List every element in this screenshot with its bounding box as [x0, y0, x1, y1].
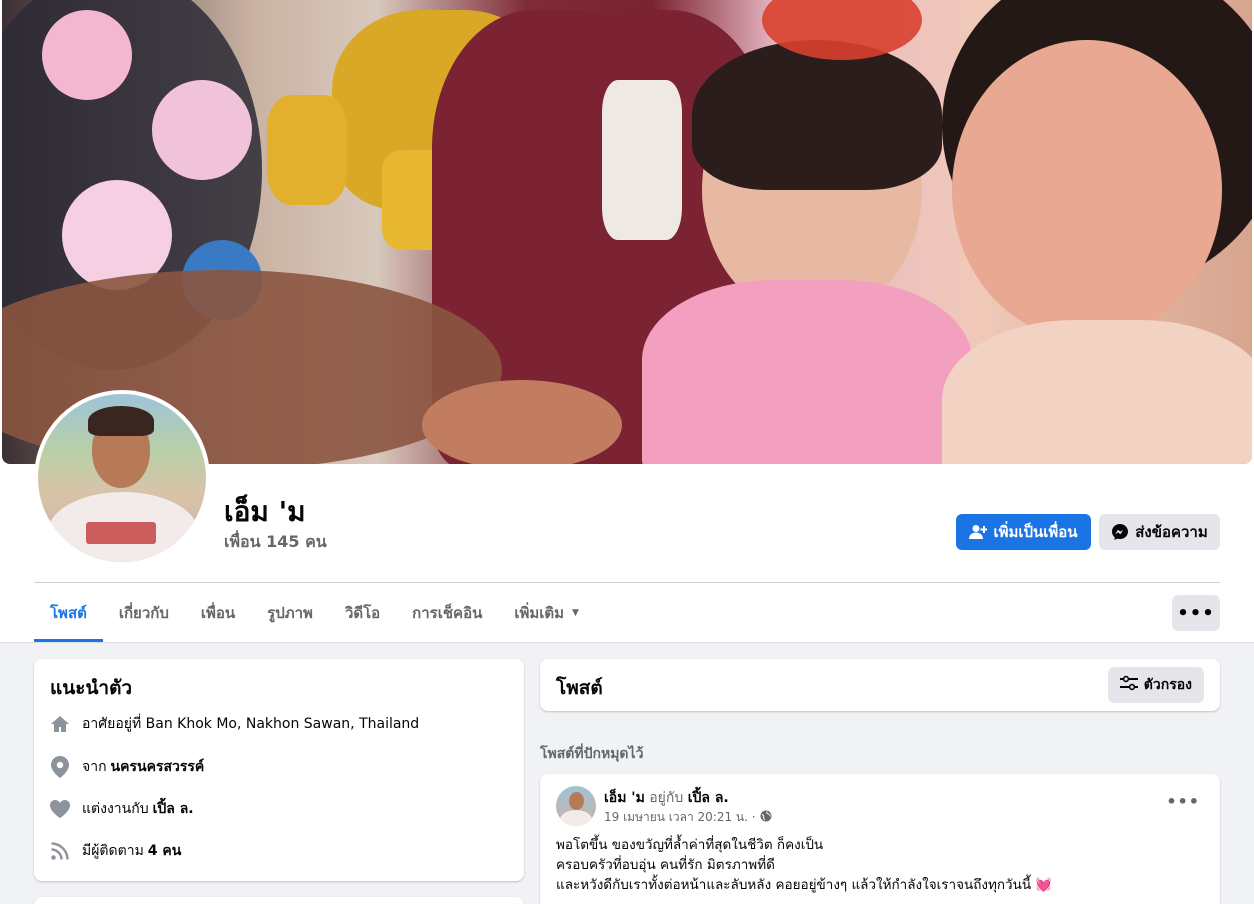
profile-header: เอ็ม 'ม เพื่อน 145 คน เพิ่มเป็นเพื่อน ส่… [0, 0, 1254, 643]
heart-icon [48, 797, 72, 821]
add-friend-button[interactable]: เพิ่มเป็นเพื่อน [956, 514, 1091, 550]
filter-button[interactable]: ตัวกรอง [1107, 667, 1204, 703]
post-author[interactable]: เอ็ม 'ม [604, 790, 645, 806]
post-options-button[interactable]: ••• [1166, 792, 1200, 811]
intro-spouse[interactable]: เปิ้ล ล. [153, 798, 194, 820]
intro-from: จาก นครนครสวรรค์ [48, 755, 204, 779]
globe-icon [760, 810, 772, 825]
more-icon: ••• [1177, 602, 1215, 624]
intro-card: แนะนำตัว อาศัยอยู่ที่ Ban Khok Mo, Nakho… [34, 659, 524, 881]
header-divider [34, 582, 1220, 583]
more-options-button[interactable]: ••• [1172, 595, 1220, 631]
photos-card [34, 897, 524, 904]
intro-lives-in: อาศัยอยู่ที่ Ban Khok Mo, Nakhon Sawan, … [48, 712, 419, 736]
post-avatar[interactable] [556, 786, 596, 826]
tab-friends[interactable]: เพื่อน [185, 584, 251, 642]
cover-photo[interactable] [2, 0, 1252, 464]
filter-icon [1119, 675, 1138, 695]
post-timestamp[interactable]: 19 เมษายน เวลา 20:21 น. · [604, 808, 756, 827]
intro-title: แนะนำตัว [50, 677, 133, 699]
posts-header-card: โพสต์ ตัวกรอง [540, 659, 1220, 711]
add-friend-label: เพิ่มเป็นเพื่อน [993, 523, 1078, 541]
intro-followers-count[interactable]: 4 คน [148, 840, 182, 862]
home-icon [48, 712, 72, 736]
intro-followers: มีผู้ติดตาม 4 คน [48, 839, 181, 863]
add-friend-icon [969, 524, 988, 540]
tab-checkins[interactable]: การเช็คอิน [396, 584, 498, 642]
messenger-icon [1111, 523, 1129, 541]
post-tagged-person[interactable]: เปิ้ล ล. [688, 790, 729, 806]
rss-icon [48, 839, 72, 863]
filter-label: ตัวกรอง [1143, 677, 1192, 693]
pinned-posts-label: โพสต์ที่ปักหมุดไว้ [540, 746, 644, 762]
location-pin-icon [48, 755, 72, 779]
more-icon: ••• [1166, 792, 1200, 811]
tab-more[interactable]: เพิ่มเติม ▼ [498, 584, 595, 642]
avatar [38, 394, 206, 562]
tab-about[interactable]: เกี่ยวกับ [103, 584, 185, 642]
intro-relationship: แต่งงานกับ เปิ้ล ล. [48, 797, 194, 821]
tab-photos[interactable]: รูปภาพ [251, 584, 329, 642]
post-meta: 19 เมษายน เวลา 20:21 น. · [604, 808, 772, 827]
message-button[interactable]: ส่งข้อความ [1099, 514, 1220, 550]
message-label: ส่งข้อความ [1135, 523, 1208, 541]
post-author-line: เอ็ม 'ม อยู่กับ เปิ้ล ล. [604, 790, 729, 806]
tab-videos[interactable]: วิดีโอ [329, 584, 396, 642]
friend-count[interactable]: เพื่อน 145 คน [224, 530, 327, 555]
profile-tabs: โพสต์ เกี่ยวกับ เพื่อน รูปภาพ วิดีโอ การ… [34, 584, 595, 642]
intro-from-place[interactable]: นครนครสวรรค์ [111, 756, 205, 778]
post-text: พอโตขึ้น ของขวัญที่ล้ำค่าที่สุดในชีวิต ก… [556, 837, 1053, 893]
pinned-post: เอ็ม 'ม อยู่กับ เปิ้ล ล. 19 เมษายน เวลา … [540, 774, 1220, 904]
profile-picture[interactable] [34, 390, 210, 566]
profile-name: เอ็ม 'ม [224, 495, 306, 528]
tab-posts[interactable]: โพสต์ [34, 584, 103, 642]
chevron-down-icon: ▼ [572, 608, 579, 618]
posts-title: โพสต์ [556, 677, 603, 699]
